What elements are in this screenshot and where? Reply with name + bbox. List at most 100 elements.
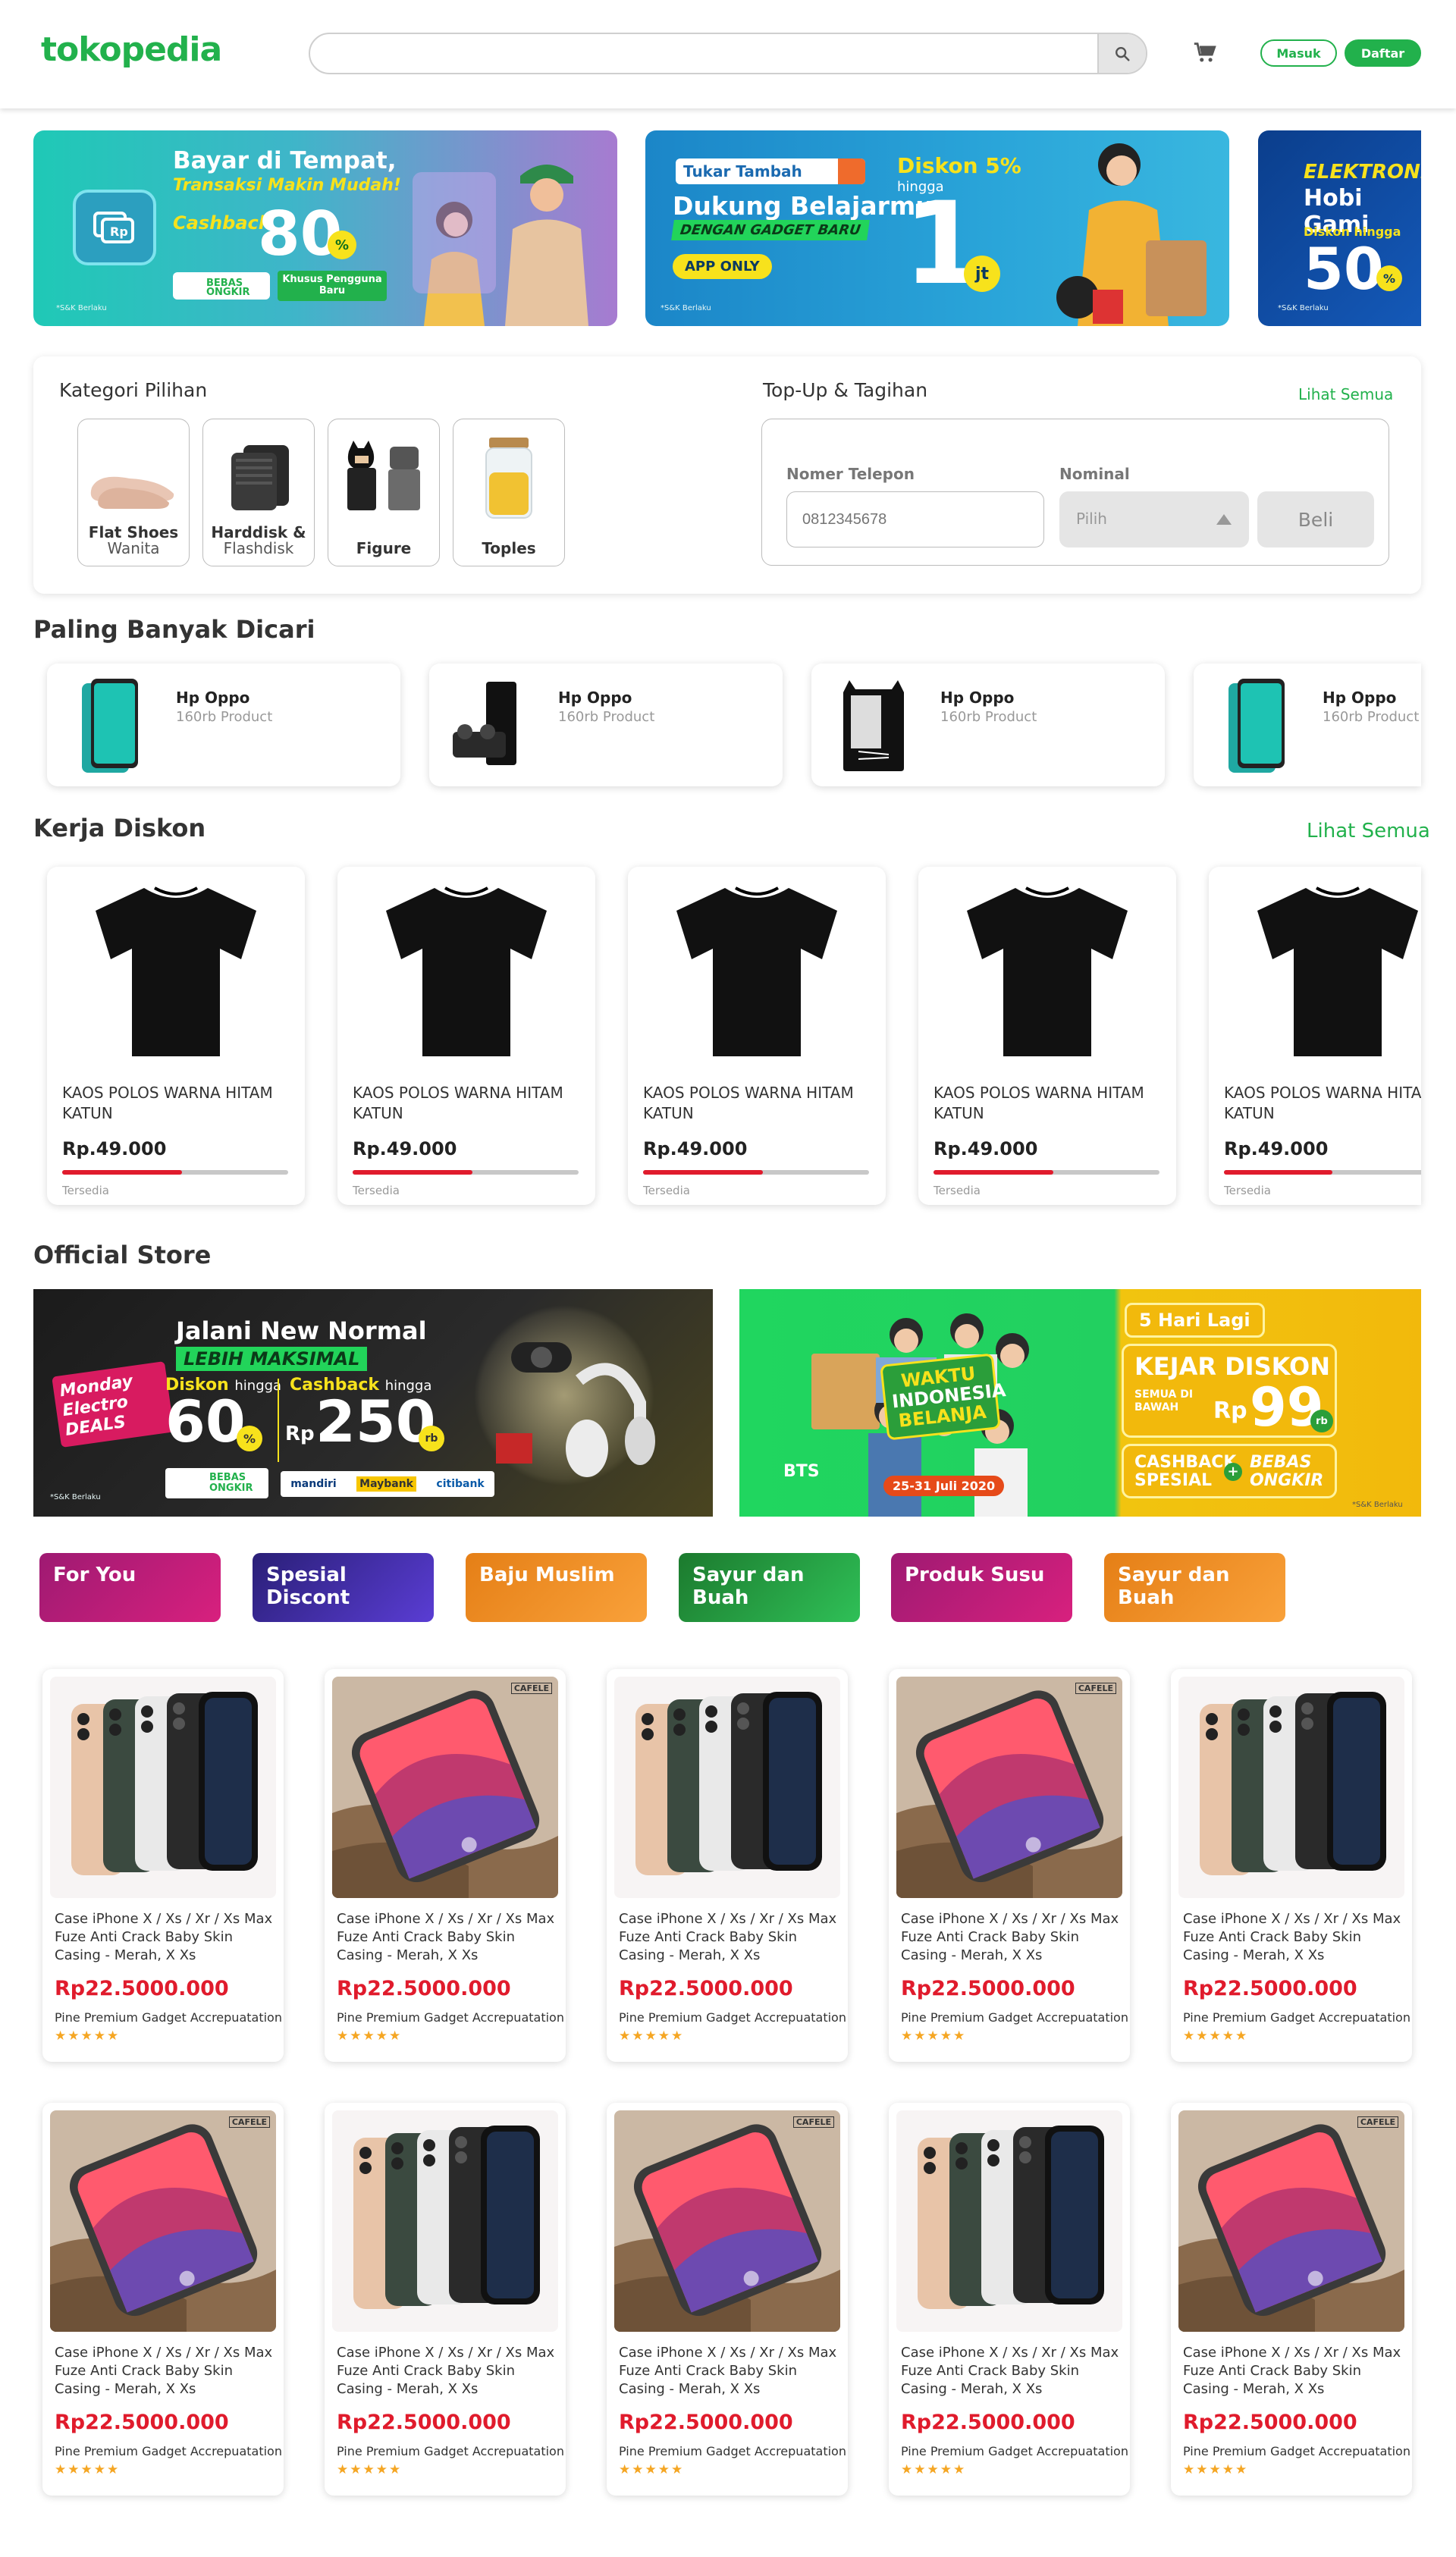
stock-label: Tersedia	[62, 1184, 109, 1197]
terms-note: *S&K Berlaku	[1352, 1501, 1403, 1509]
search-button[interactable]	[1097, 34, 1146, 73]
product-card[interactable]: CAFELE Case iPhone X / Xs / Xr / Xs Max F…	[1171, 2103, 1412, 2496]
product-name: KAOS POLOS WARNA HITAM KATUN	[353, 1084, 563, 1122]
register-button[interactable]: Daftar	[1345, 39, 1421, 67]
search-bar	[309, 33, 1147, 74]
brand-watermark: CAFELE	[1357, 2116, 1398, 2128]
stock-progress-bar	[1224, 1170, 1421, 1175]
currency-label: Rp	[285, 1423, 315, 1445]
stock-label: Tersedia	[934, 1184, 981, 1197]
store-name: Pine Premium Gadget Accrepuatation	[619, 2010, 846, 2025]
login-button[interactable]: Masuk	[1260, 39, 1337, 67]
tab-spesial-discont[interactable]: Spesial Discont	[253, 1553, 434, 1622]
topup-title: Top-Up & Tagihan	[763, 379, 928, 401]
product-card[interactable]: CAFELE Case iPhone X / Xs / Xr / Xs Max F…	[325, 1669, 566, 2062]
search-icon	[1116, 46, 1130, 61]
star-icon: ★	[940, 2462, 953, 2477]
popular-item[interactable]: Hp Oppo 160rb Product	[1194, 664, 1421, 786]
product-card[interactable]: Case iPhone X / Xs / Xr / Xs Max Fuze An…	[607, 1669, 848, 2062]
star-icon: ★	[55, 2028, 68, 2044]
flash-discount-see-all-link[interactable]: Lihat Semua	[1307, 820, 1430, 842]
product-name: Case iPhone X / Xs / Xr / Xs Max Fuze An…	[901, 1911, 1119, 1963]
search-input[interactable]	[325, 34, 1084, 73]
product-card[interactable]: Case iPhone X / Xs / Xr / Xs Max Fuze An…	[42, 1669, 284, 2062]
iphone-x-case-image	[1178, 2110, 1404, 2332]
product-image	[614, 1677, 840, 1898]
product-image: CAFELE	[50, 2110, 276, 2332]
product-card[interactable]: Case iPhone X / Xs / Xr / Xs Max Fuze An…	[889, 2103, 1130, 2496]
category-label: Toples	[482, 539, 536, 557]
product-card[interactable]: Case iPhone X / Xs / Xr / Xs Max Fuze An…	[1171, 1669, 1412, 2062]
tukar-tambah-tag: Tukar Tambah	[676, 158, 865, 184]
product-card[interactable]: CAFELE Case iPhone X / Xs / Xr / Xs Max F…	[889, 1669, 1130, 2062]
popular-item-count: 160rb Product	[940, 709, 1037, 725]
stock-progress-bar	[643, 1170, 869, 1175]
star-icon: ★	[632, 2462, 645, 2477]
star-icon: ★	[337, 2028, 350, 2044]
popular-item[interactable]: Hp Oppo 160rb Product	[429, 664, 783, 786]
rb-badge: rb	[1310, 1410, 1333, 1432]
iphone-x-case-image	[332, 1677, 558, 1898]
percent-badge: %	[237, 1426, 262, 1451]
category-figure[interactable]: Figure	[328, 419, 440, 566]
category-flat-shoes[interactable]: Flat Shoes Wanita	[77, 419, 190, 566]
nominal-select[interactable]: Pilih	[1059, 491, 1249, 547]
star-icon: ★	[927, 2462, 940, 2477]
percent-badge: %	[328, 231, 356, 259]
category-sublabel: Flashdisk	[223, 539, 294, 557]
tab-for-you[interactable]: For You	[39, 1553, 221, 1622]
star-icon: ★	[901, 2462, 915, 2477]
topup-see-all-link[interactable]: Lihat Semua	[1298, 385, 1393, 403]
flat-shoes-image	[90, 476, 174, 509]
tab-baju-muslim[interactable]: Baju Muslim	[466, 1553, 647, 1622]
product-name: Case iPhone X / Xs / Xr / Xs Max Fuze An…	[1183, 1911, 1401, 1963]
promo-banner-cod[interactable]: Rp Bayar di Tempat, Transaksi Makin Muda…	[33, 130, 617, 326]
brand-watermark: CAFELE	[510, 1683, 552, 1694]
popular-item[interactable]: Hp Oppo 160rb Product	[811, 664, 1165, 786]
divider	[278, 1379, 279, 1462]
black-tshirt-image	[676, 886, 837, 1056]
stock-progress-bar	[62, 1170, 288, 1175]
official-store-title: Official Store	[33, 1241, 212, 1269]
category-harddisk[interactable]: Harddisk & Flashdisk	[202, 419, 315, 566]
popular-item[interactable]: Hp Oppo 160rb Product	[47, 664, 400, 786]
star-icon: ★	[67, 2028, 81, 2044]
product-name: KAOS POLOS WARNA HITAM KATUN	[1224, 1084, 1421, 1122]
product-card[interactable]: CAFELE Case iPhone X / Xs / Xr / Xs Max F…	[42, 2103, 284, 2496]
tab-sayur-dan-buah[interactable]: Sayur dan Buah	[679, 1553, 860, 1622]
product-card[interactable]: Case iPhone X / Xs / Xr / Xs Max Fuze An…	[325, 2103, 566, 2496]
tab-sayur-dan-buah-2[interactable]: Sayur dan Buah	[1104, 1553, 1285, 1622]
product-card[interactable]: CAFELE Case iPhone X / Xs / Xr / Xs Max F…	[607, 2103, 848, 2496]
star-icon: ★	[375, 2028, 389, 2044]
rating-stars: ★★★★★	[55, 2028, 120, 2044]
tokopedia-logo[interactable]: tokopedia	[41, 30, 222, 69]
cashback-ongkir-box: CASHBACK SPESIAL + BEBAS ONGKIR	[1122, 1444, 1337, 1498]
product-name: KAOS POLOS WARNA HITAM KATUN	[62, 1084, 273, 1122]
unit-badge: jt	[964, 256, 1000, 292]
rating-stars: ★★★★★	[1183, 2028, 1248, 2044]
promo-banner-tukar-tambah[interactable]: Tukar Tambah Dukung Belajarmu DENGAN GAD…	[645, 130, 1229, 326]
flash-discount-item[interactable]: KAOS POLOS WARNA HITAM KATUN Rp.49.000 Ter…	[337, 867, 595, 1205]
official-store-banner-electro[interactable]: Monday Electro DEALS Jalani New Normal L…	[33, 1289, 713, 1517]
tab-produk-susu[interactable]: Produk Susu	[891, 1553, 1072, 1622]
flash-discount-item[interactable]: KAOS POLOS WARNA HITAM KATUN Rp.49.000 Ter…	[918, 867, 1176, 1205]
category-toples[interactable]: Toples	[453, 419, 565, 566]
phone-number-input[interactable]	[786, 491, 1044, 547]
cart-button[interactable]	[1192, 39, 1218, 65]
flash-discount-item[interactable]: KAOS POLOS WARNA HITAM KATUN Rp.49.000 Ter…	[628, 867, 886, 1205]
nominal-placeholder: Pilih	[1076, 510, 1107, 528]
promo-banner-elektronik[interactable]: ELEKTRONI Hobi Gami Diskon hingga 50 % *…	[1258, 130, 1421, 326]
rating-stars: ★★★★★	[901, 2462, 966, 2477]
popular-item-name: Hp Oppo	[558, 689, 632, 707]
store-name: Pine Premium Gadget Accrepuatation	[1183, 2010, 1410, 2025]
category-sublabel: Wanita	[107, 539, 160, 557]
official-store-banner-wib[interactable]: WAKTU INDONESIA BELANJA 25-31 Juli 2020 …	[739, 1289, 1421, 1517]
product-price: Rp.49.000	[934, 1138, 1038, 1159]
star-icon: ★	[1222, 2462, 1235, 2477]
banner-subheadline: DENGAN GADGET BARU	[671, 220, 870, 240]
flash-discount-item[interactable]: KAOS POLOS WARNA HITAM KATUN Rp.49.000 Ter…	[1209, 867, 1421, 1205]
flash-discount-item[interactable]: KAOS POLOS WARNA HITAM KATUN Rp.49.000 Ter…	[47, 867, 305, 1205]
buy-button[interactable]: Beli	[1257, 491, 1374, 547]
product-price: Rp22.5000.000	[337, 2411, 511, 2434]
product-name: Case iPhone X / Xs / Xr / Xs Max Fuze An…	[337, 1911, 555, 1963]
